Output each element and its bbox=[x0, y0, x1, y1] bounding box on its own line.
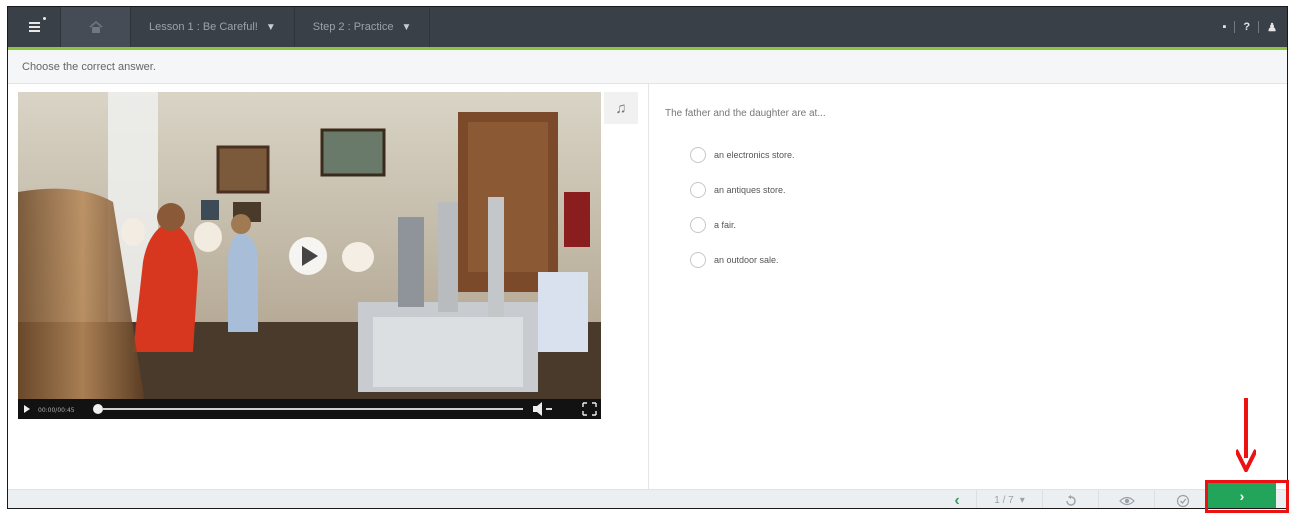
answer-option[interactable]: an outdoor sale. bbox=[690, 251, 795, 268]
answer-label: an outdoor sale. bbox=[714, 254, 779, 265]
bottom-toolbar: ‹ 1 / 7 ▾ bbox=[8, 489, 1287, 509]
instruction-text: Choose the correct answer. bbox=[22, 61, 156, 73]
radio-button[interactable] bbox=[690, 181, 706, 198]
previous-button[interactable]: ‹ bbox=[938, 490, 976, 509]
instruction-bar: Choose the correct answer. bbox=[8, 50, 1287, 84]
video-time: 00:00/00:45 bbox=[38, 407, 75, 414]
show-answer-button[interactable] bbox=[1098, 490, 1154, 508]
home-icon bbox=[89, 21, 102, 33]
menu-icon[interactable] bbox=[8, 7, 60, 47]
reset-icon bbox=[1065, 494, 1076, 506]
chevron-down-icon: ▼ bbox=[265, 21, 276, 33]
check-answer-button[interactable] bbox=[1154, 490, 1210, 508]
answer-option[interactable]: a fair. bbox=[690, 216, 795, 233]
seek-bar[interactable] bbox=[103, 408, 523, 410]
question-text: The father and the daughter are at... bbox=[665, 108, 826, 119]
user-icon[interactable]: ♟ bbox=[1267, 21, 1277, 34]
answer-option[interactable]: an antiques store. bbox=[690, 181, 795, 198]
check-icon bbox=[1176, 494, 1189, 507]
reset-button[interactable] bbox=[1042, 490, 1098, 508]
eye-icon bbox=[1118, 496, 1135, 505]
lesson-label: Lesson 1 : Be Careful! bbox=[149, 21, 258, 33]
nav-right-icons: ▪ ? ♟ bbox=[1212, 7, 1287, 47]
chevron-down-icon: ▾ bbox=[1019, 495, 1025, 506]
flag-icon[interactable]: ▪ bbox=[1222, 21, 1226, 33]
lesson-dropdown[interactable]: Lesson 1 : Be Careful! ▼ bbox=[130, 7, 294, 47]
home-button[interactable] bbox=[60, 7, 130, 47]
answer-options: an electronics store. an antiques store.… bbox=[690, 146, 795, 286]
down-arrow-icon bbox=[1236, 398, 1256, 472]
volume-slider[interactable] bbox=[546, 408, 552, 410]
video-player[interactable]: 00:00/00:45 bbox=[18, 92, 601, 419]
video-frame: 00:00/00:45 bbox=[18, 92, 601, 419]
top-navigation: Lesson 1 : Be Careful! ▼ Step 2 : Practi… bbox=[8, 7, 1287, 47]
radio-button[interactable] bbox=[690, 146, 706, 163]
radio-button[interactable] bbox=[690, 216, 706, 233]
step-dropdown[interactable]: Step 2 : Practice ▼ bbox=[293, 7, 430, 47]
answer-label: an antiques store. bbox=[714, 184, 786, 195]
app-frame: Lesson 1 : Be Careful! ▼ Step 2 : Practi… bbox=[7, 6, 1288, 509]
seek-handle[interactable] bbox=[93, 404, 103, 414]
answer-label: an electronics store. bbox=[714, 149, 795, 160]
page-selector[interactable]: 1 / 7 ▾ bbox=[976, 490, 1042, 508]
audio-transcript-icon[interactable]: ♫ bbox=[604, 92, 638, 124]
chevron-down-icon: ▼ bbox=[401, 21, 412, 33]
help-icon[interactable]: ? bbox=[1243, 21, 1250, 33]
radio-button[interactable] bbox=[690, 251, 706, 268]
highlight-box bbox=[1205, 480, 1289, 513]
nav-spacer bbox=[429, 7, 1212, 47]
page-indicator: 1 / 7 bbox=[994, 495, 1014, 506]
step-label: Step 2 : Practice bbox=[312, 21, 394, 33]
answer-option[interactable]: an electronics store. bbox=[690, 146, 795, 163]
answer-label: a fair. bbox=[714, 219, 737, 230]
panel-divider bbox=[648, 84, 649, 489]
